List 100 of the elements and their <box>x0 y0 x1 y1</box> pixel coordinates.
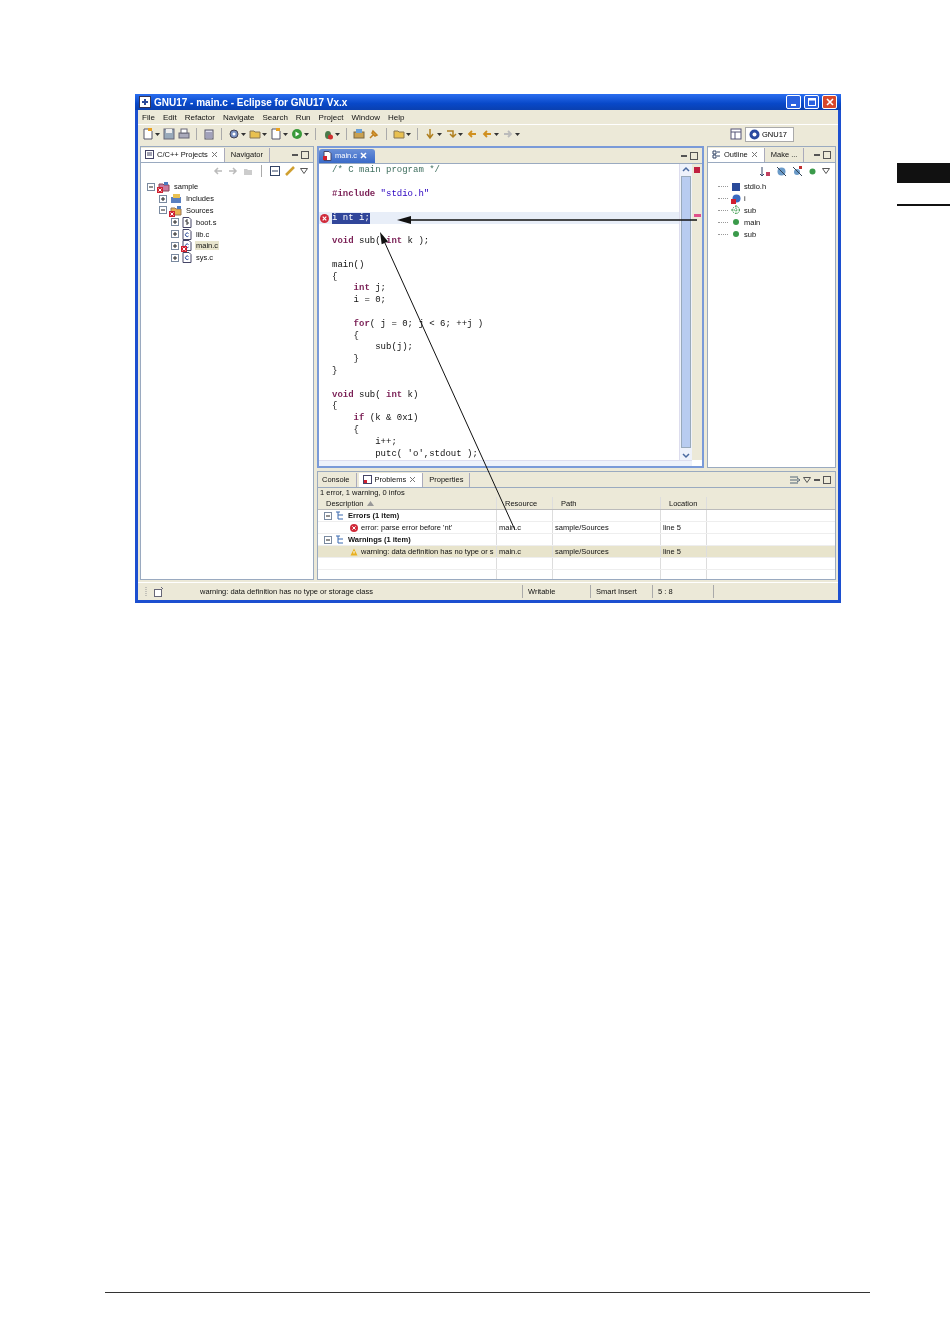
stack-icon[interactable] <box>203 128 215 141</box>
warning-icon <box>350 547 358 556</box>
error-icon <box>350 523 358 532</box>
maximize-icon[interactable] <box>301 150 309 159</box>
menu-item[interactable]: Window <box>351 112 380 122</box>
folder-icon <box>170 205 182 216</box>
close-icon[interactable] <box>750 151 758 158</box>
maximize-icon[interactable] <box>690 151 698 160</box>
code-line: { <box>352 330 359 342</box>
caret-icon[interactable] <box>458 132 463 136</box>
c-file-icon <box>323 150 332 161</box>
variable-icon <box>731 193 741 204</box>
bug-icon[interactable] <box>322 128 334 141</box>
code-line: } <box>332 365 338 377</box>
caret-icon[interactable] <box>335 132 340 136</box>
scroll-up-icon[interactable] <box>681 164 691 174</box>
caret-icon[interactable] <box>283 132 288 136</box>
menu-item[interactable]: Run <box>295 112 311 122</box>
expander-icon[interactable] <box>171 241 179 250</box>
code-line: i = 0; <box>352 295 386 307</box>
code-line: main() <box>332 259 365 271</box>
include-icon <box>731 181 741 192</box>
view-menu-icon[interactable] <box>300 168 308 174</box>
close-icon <box>825 98 834 107</box>
function-icon <box>731 217 741 228</box>
menu-item[interactable]: File <box>142 112 155 122</box>
expander-icon[interactable] <box>159 194 167 203</box>
caret-icon[interactable] <box>437 132 442 136</box>
assembly-file-icon <box>182 216 192 228</box>
collapse-all-icon[interactable] <box>270 166 280 176</box>
error-summary-icon <box>694 167 700 173</box>
caret-icon[interactable] <box>304 132 309 136</box>
function-icon <box>731 229 741 240</box>
caret-icon[interactable] <box>262 132 267 136</box>
expander-icon[interactable] <box>324 511 332 520</box>
scroll-thumb[interactable] <box>681 176 691 448</box>
close-icon[interactable] <box>409 476 417 483</box>
caret-icon[interactable] <box>406 132 411 136</box>
app-icon <box>139 96 151 109</box>
view-menu-icon[interactable] <box>803 476 811 483</box>
menu-item[interactable]: Project <box>318 112 344 122</box>
error-marker[interactable] <box>693 214 701 218</box>
maximize-icon[interactable] <box>823 475 831 484</box>
menu-item[interactable]: Search <box>262 112 288 122</box>
expander-icon[interactable] <box>324 535 332 544</box>
sort-icon[interactable] <box>760 165 771 177</box>
code-line: sub(j); <box>374 342 413 354</box>
vertical-scrollbar[interactable] <box>679 164 692 460</box>
projects-icon <box>145 150 154 159</box>
menu-item[interactable]: Navigate <box>222 112 255 122</box>
sort-arrow-icon <box>366 500 374 506</box>
close-icon[interactable] <box>210 151 218 158</box>
close-button[interactable] <box>822 95 837 110</box>
window-title: GNU17 - main.c - Eclipse for GNU17 Vx.x <box>154 96 348 108</box>
open-perspective-icon[interactable] <box>730 128 742 141</box>
maximize-icon[interactable] <box>823 150 831 159</box>
menu-item[interactable]: Edit <box>162 112 177 122</box>
caret-icon[interactable] <box>494 132 499 136</box>
box-icon[interactable] <box>353 128 365 141</box>
printer-icon[interactable] <box>178 128 190 141</box>
expander-icon[interactable] <box>159 206 167 215</box>
project-icon <box>158 181 170 193</box>
minimize-button[interactable] <box>786 95 801 110</box>
dot-icon[interactable] <box>808 166 817 176</box>
filter-icon[interactable] <box>789 474 801 485</box>
perspective-icon <box>749 128 760 140</box>
menu-item[interactable]: Refactor <box>184 112 215 122</box>
code-line: { <box>332 271 338 283</box>
caret-icon[interactable] <box>241 132 246 136</box>
expander-icon[interactable] <box>171 253 179 262</box>
code-line: void sub( int k) <box>332 389 419 401</box>
hide-fields-icon[interactable] <box>776 165 787 177</box>
grip-icon <box>144 586 148 597</box>
category-icon <box>335 535 345 544</box>
view-menu-icon[interactable] <box>822 168 830 174</box>
code-line: /* C main program */ <box>332 165 441 177</box>
expander-icon[interactable] <box>147 182 155 191</box>
expander-icon[interactable] <box>171 230 179 239</box>
outline-icon <box>712 150 721 159</box>
maximize-button[interactable] <box>804 95 819 110</box>
expander-icon[interactable] <box>171 218 179 227</box>
code-line: putc( 'o',stdout ); <box>374 448 478 460</box>
hide-static-icon[interactable] <box>792 165 803 177</box>
section-tab-mark <box>897 163 950 183</box>
code-line: #include "stdio.h" <box>332 189 430 200</box>
code-line: int j; <box>352 283 386 295</box>
fast-view-icon[interactable] <box>154 586 164 597</box>
pin-icon[interactable] <box>368 128 380 141</box>
gear-icon[interactable] <box>228 128 240 141</box>
c-file-icon <box>182 228 192 240</box>
caret-icon[interactable] <box>515 132 520 136</box>
code-line: { <box>352 424 359 436</box>
category-icon <box>335 511 345 520</box>
c-file-icon <box>182 252 192 264</box>
code-line: if (k & 0x1) <box>352 413 419 425</box>
caret-icon[interactable] <box>155 132 160 136</box>
problems-icon <box>362 475 372 484</box>
code-line: void sub( int k ); <box>332 236 430 248</box>
menu-item[interactable]: Help <box>387 112 405 122</box>
code-line: } <box>352 354 359 366</box>
